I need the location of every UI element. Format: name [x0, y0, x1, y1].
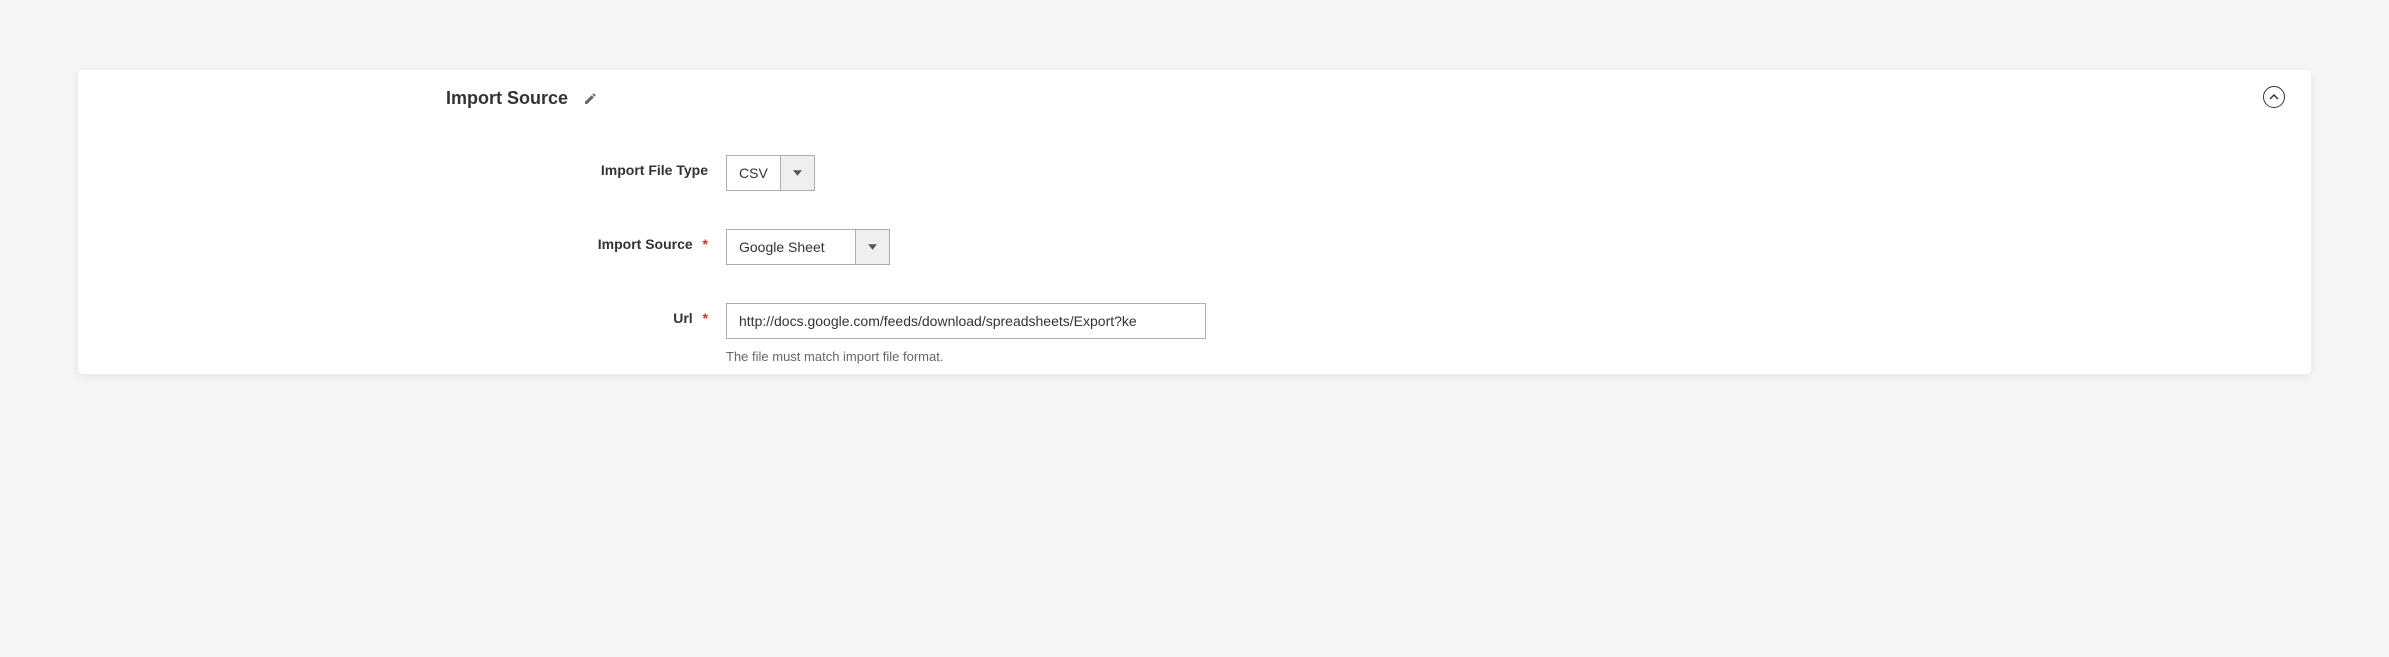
url-hint: The file must match import file format. [726, 349, 2281, 364]
url-input[interactable] [726, 303, 1206, 339]
row-import-file-type: Import File Type CSV [108, 155, 2281, 191]
select-value: Google Sheet [727, 230, 855, 264]
select-value: CSV [727, 156, 780, 190]
panel-header: Import Source [78, 70, 2311, 109]
label-text: Url [673, 310, 692, 326]
caret-down-icon [855, 230, 889, 264]
chevron-up-icon[interactable] [2263, 86, 2285, 108]
import-source-select[interactable]: Google Sheet [726, 229, 890, 265]
required-asterisk: * [703, 310, 708, 326]
label-text: Import File Type [601, 162, 708, 178]
row-import-source: Import Source * Google Sheet [108, 229, 2281, 265]
panel-title: Import Source [446, 88, 568, 109]
import-source-panel: Import Source Import File Type [78, 70, 2311, 374]
panel-body: Import File Type CSV Import Sour [78, 109, 2311, 374]
import-file-type-select[interactable]: CSV [726, 155, 815, 191]
caret-down-icon [780, 156, 814, 190]
label-text: Import Source [598, 236, 693, 252]
label-import-file-type: Import File Type [108, 155, 726, 178]
label-import-source: Import Source * [108, 229, 726, 252]
required-asterisk: * [703, 236, 708, 252]
label-url: Url * [108, 303, 726, 326]
pencil-icon[interactable] [582, 91, 598, 107]
row-url: Url * The file must match import file fo… [108, 303, 2281, 364]
